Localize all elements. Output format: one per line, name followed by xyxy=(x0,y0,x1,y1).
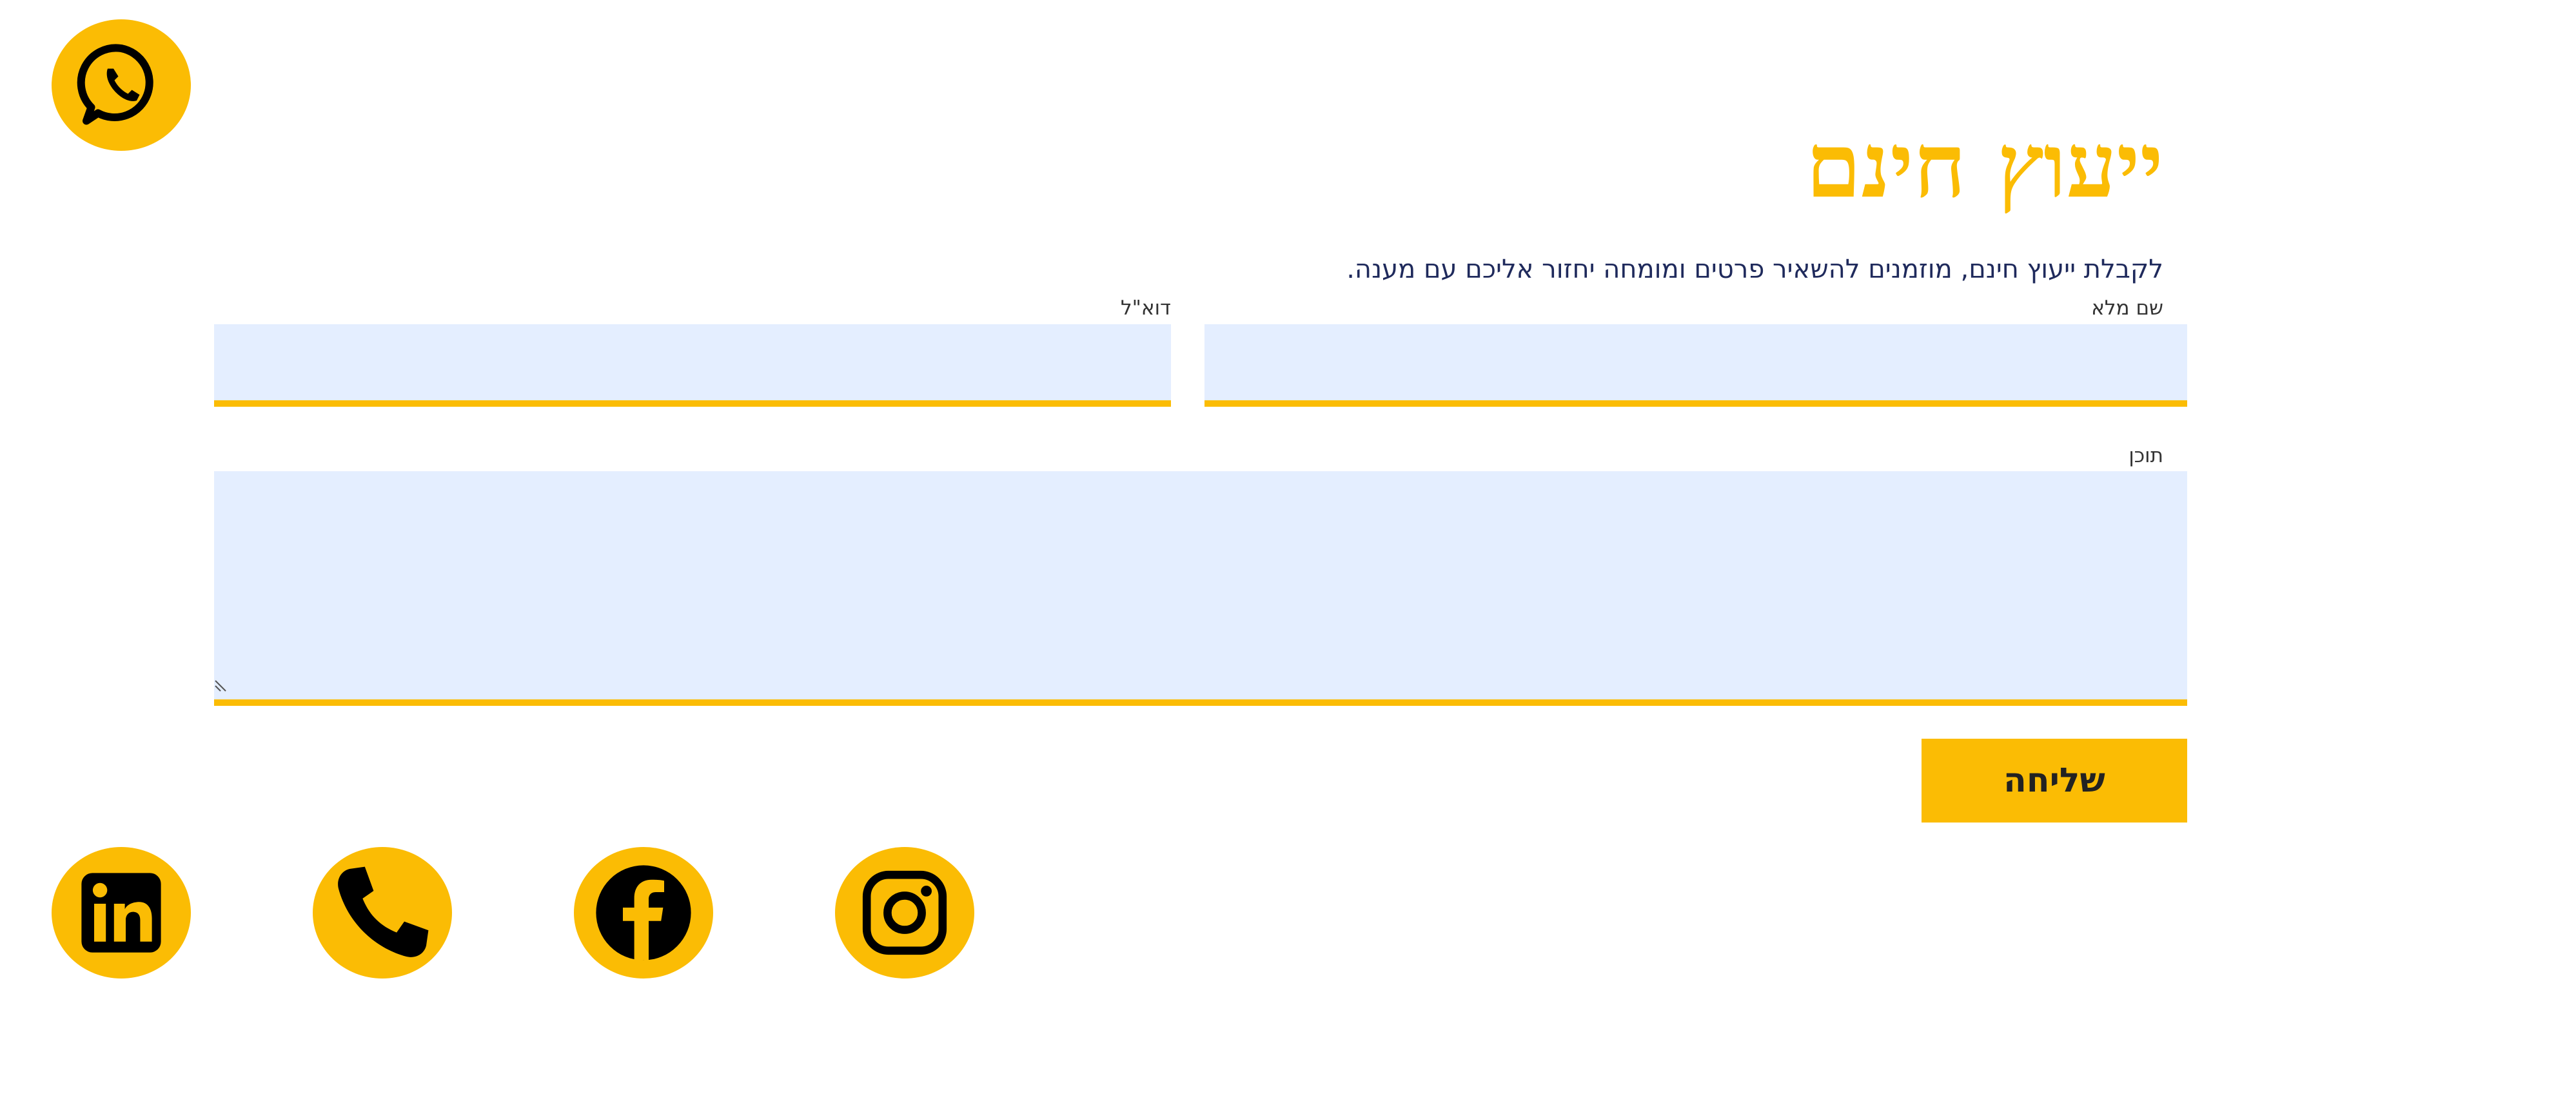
instagram-icon xyxy=(862,870,947,955)
linkedin-button[interactable] xyxy=(52,847,191,979)
whatsapp-icon xyxy=(77,44,153,125)
resize-handle-icon[interactable] xyxy=(214,678,228,692)
phone-button[interactable] xyxy=(313,847,452,979)
phone-icon xyxy=(338,866,429,957)
facebook-icon xyxy=(596,865,691,960)
whatsapp-button[interactable] xyxy=(52,19,191,151)
content-label: תוכן xyxy=(2129,444,2163,467)
email-label: דוא"ל xyxy=(1121,297,1171,320)
submit-button[interactable]: שליחה xyxy=(1922,739,2187,823)
email-input[interactable] xyxy=(214,324,1171,407)
page-subtitle: לקבלת ייעוץ חינם, מוזמנים להשאיר פרטים ו… xyxy=(1346,255,2163,284)
content-textarea[interactable] xyxy=(214,471,2187,706)
page-title: ייעוץ חינם xyxy=(1805,113,2163,218)
instagram-button[interactable] xyxy=(835,847,974,979)
linkedin-icon xyxy=(81,873,161,953)
page: ייעוץ חינם לקבלת ייעוץ חינם, מוזמנים להש… xyxy=(0,0,2576,1110)
facebook-button[interactable] xyxy=(574,847,713,979)
full-name-input[interactable] xyxy=(1204,324,2187,407)
full-name-label: שם מלא xyxy=(2091,297,2163,320)
